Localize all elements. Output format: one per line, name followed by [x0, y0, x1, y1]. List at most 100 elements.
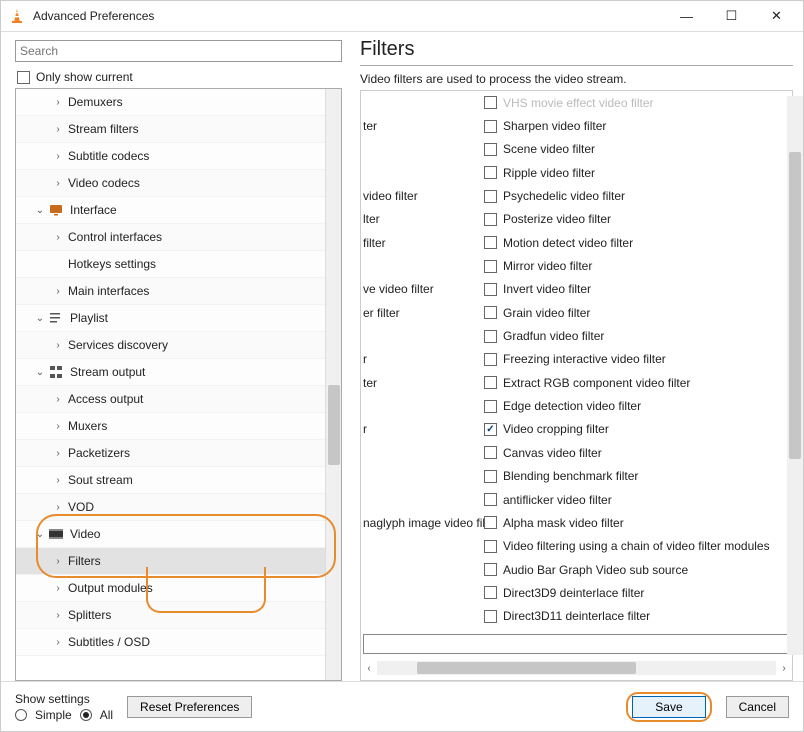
filter-checkbox[interactable]	[484, 586, 497, 599]
all-radio[interactable]	[80, 709, 92, 721]
filter-option[interactable]: Invert video filter	[484, 282, 788, 296]
chevron-right-icon[interactable]: ›	[50, 583, 66, 594]
filter-option[interactable]: Posterize video filter	[484, 212, 788, 226]
filter-checkbox[interactable]	[484, 283, 497, 296]
filter-option[interactable]: Edge detection video filter	[484, 399, 788, 413]
filter-option[interactable]: antiflicker video filter	[484, 493, 788, 507]
save-button[interactable]: Save	[632, 696, 705, 718]
reset-preferences-button[interactable]: Reset Preferences	[127, 696, 252, 718]
tree-item-access-output[interactable]: ›Access output	[16, 386, 325, 413]
chevron-right-icon[interactable]: ›	[50, 97, 66, 108]
only-show-current-checkbox[interactable]	[17, 71, 30, 84]
chevron-right-icon[interactable]: ›	[50, 340, 66, 351]
filter-option[interactable]: Direct3D11 deinterlace filter	[484, 609, 788, 623]
tree-item-interface[interactable]: ⌄Interface	[16, 197, 325, 224]
chevron-right-icon[interactable]: ›	[50, 286, 66, 297]
chevron-right-icon[interactable]: ›	[50, 475, 66, 486]
filter-checkbox[interactable]	[484, 96, 497, 109]
tree-item-services-discovery[interactable]: ›Services discovery	[16, 332, 325, 359]
filter-checkbox[interactable]	[484, 330, 497, 343]
filter-option[interactable]: VHS movie effect video filter	[484, 96, 788, 110]
filter-option[interactable]: Video cropping filter	[484, 422, 788, 436]
tree-item-packetizers[interactable]: ›Packetizers	[16, 440, 325, 467]
filter-option[interactable]: Blending benchmark filter	[484, 469, 788, 483]
only-show-current-row[interactable]: Only show current	[17, 70, 342, 84]
filter-checkbox[interactable]	[484, 353, 497, 366]
filter-checkbox[interactable]	[484, 470, 497, 483]
filter-option[interactable]: Ripple video filter	[484, 166, 788, 180]
filter-option[interactable]: Extract RGB component video filter	[484, 376, 788, 390]
tree-item-playlist[interactable]: ⌄Playlist	[16, 305, 325, 332]
chevron-down-icon[interactable]: ⌄	[32, 313, 48, 324]
filter-option[interactable]: Direct3D9 deinterlace filter	[484, 586, 788, 600]
chevron-right-icon[interactable]: ›	[50, 259, 66, 270]
filters-horizontal-scrollbar[interactable]: ‹ ›	[361, 660, 792, 676]
filter-checkbox[interactable]	[484, 306, 497, 319]
filter-checkbox[interactable]	[484, 446, 497, 459]
maximize-button[interactable]: ☐	[709, 2, 754, 30]
scroll-left-icon[interactable]: ‹	[361, 663, 377, 674]
close-button[interactable]: ✕	[754, 2, 799, 30]
filter-checkbox[interactable]	[484, 190, 497, 203]
tree-item-hotkeys-settings[interactable]: ›Hotkeys settings	[16, 251, 325, 278]
filter-option[interactable]: Audio Bar Graph Video sub source	[484, 563, 788, 577]
scroll-right-icon[interactable]: ›	[776, 663, 792, 674]
filter-checkbox[interactable]	[484, 540, 497, 553]
filter-checkbox[interactable]	[484, 143, 497, 156]
tree-item-stream-output[interactable]: ⌄Stream output	[16, 359, 325, 386]
filter-checkbox[interactable]	[484, 376, 497, 389]
chevron-right-icon[interactable]: ›	[50, 394, 66, 405]
filter-option[interactable]: Psychedelic video filter	[484, 189, 788, 203]
chevron-down-icon[interactable]: ⌄	[32, 205, 48, 216]
chevron-right-icon[interactable]: ›	[50, 637, 66, 648]
tree-item-video-codecs[interactable]: ›Video codecs	[16, 170, 325, 197]
simple-radio[interactable]	[15, 709, 27, 721]
filter-checkbox[interactable]	[484, 563, 497, 576]
tree-item-main-interfaces[interactable]: ›Main interfaces	[16, 278, 325, 305]
chevron-right-icon[interactable]: ›	[50, 151, 66, 162]
filter-checkbox[interactable]	[484, 260, 497, 273]
tree-item-muxers[interactable]: ›Muxers	[16, 413, 325, 440]
filter-option[interactable]: Freezing interactive video filter	[484, 352, 788, 366]
filter-checkbox[interactable]	[484, 120, 497, 133]
filter-string-input[interactable]	[363, 634, 790, 654]
tree-item-subtitles-osd[interactable]: ›Subtitles / OSD	[16, 629, 325, 656]
filter-checkbox[interactable]	[484, 236, 497, 249]
filter-checkbox[interactable]	[484, 610, 497, 623]
tree-vertical-scrollbar[interactable]	[325, 89, 341, 680]
filter-option[interactable]: Video filtering using a chain of video f…	[484, 539, 788, 553]
filter-label: Blending benchmark filter	[503, 469, 638, 483]
tree-item-demuxers[interactable]: ›Demuxers	[16, 89, 325, 116]
tree-item-subtitle-codecs[interactable]: ›Subtitle codecs	[16, 143, 325, 170]
filter-option[interactable]: Scene video filter	[484, 142, 788, 156]
filter-option[interactable]: Grain video filter	[484, 306, 788, 320]
tree-item-label: Demuxers	[66, 95, 123, 109]
filter-checkbox[interactable]	[484, 423, 497, 436]
chevron-right-icon[interactable]: ›	[50, 610, 66, 621]
filter-checkbox[interactable]	[484, 166, 497, 179]
chevron-right-icon[interactable]: ›	[50, 178, 66, 189]
chevron-right-icon[interactable]: ›	[50, 421, 66, 432]
filter-option[interactable]: Motion detect video filter	[484, 236, 788, 250]
minimize-button[interactable]: —	[664, 2, 709, 30]
chevron-right-icon[interactable]: ›	[50, 232, 66, 243]
chevron-right-icon[interactable]: ›	[50, 124, 66, 135]
filter-option[interactable]: Gradfun video filter	[484, 329, 788, 343]
chevron-right-icon[interactable]: ›	[50, 502, 66, 513]
filter-option[interactable]: Sharpen video filter	[484, 119, 788, 133]
tree-item-control-interfaces[interactable]: ›Control interfaces	[16, 224, 325, 251]
filter-checkbox[interactable]	[484, 213, 497, 226]
chevron-down-icon[interactable]: ⌄	[32, 367, 48, 378]
tree-item-sout-stream[interactable]: ›Sout stream	[16, 467, 325, 494]
filter-option[interactable]: Mirror video filter	[484, 259, 788, 273]
filter-checkbox[interactable]	[484, 516, 497, 529]
cancel-button[interactable]: Cancel	[726, 696, 789, 718]
filter-checkbox[interactable]	[484, 493, 497, 506]
chevron-right-icon[interactable]: ›	[50, 448, 66, 459]
search-input[interactable]	[15, 40, 342, 62]
filter-option[interactable]: Alpha mask video filter	[484, 516, 788, 530]
filter-checkbox[interactable]	[484, 400, 497, 413]
filter-option[interactable]: Canvas video filter	[484, 446, 788, 460]
filters-vertical-scrollbar[interactable]	[787, 96, 803, 655]
tree-item-stream-filters[interactable]: ›Stream filters	[16, 116, 325, 143]
